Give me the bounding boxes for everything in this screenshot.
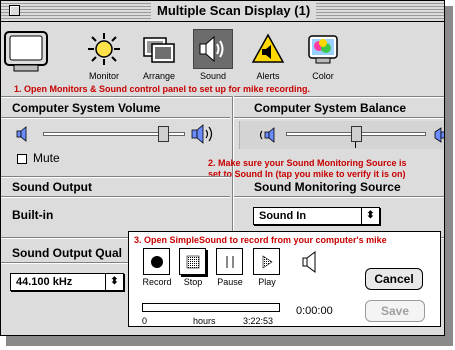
- play-icon: [262, 254, 273, 269]
- stop-icon: [186, 255, 199, 268]
- pause-button[interactable]: [216, 248, 243, 275]
- speaker-outline-icon: [301, 250, 319, 279]
- volume-high-icon: [190, 123, 216, 150]
- toolbar-item-arrange[interactable]: Arrange: [130, 29, 188, 82]
- volume-slider-thumb[interactable]: [158, 126, 170, 142]
- balance-center-tick: [355, 142, 356, 148]
- close-box[interactable]: [9, 5, 20, 16]
- color-icon: [303, 29, 343, 69]
- volume-heading: Computer System Volume: [12, 101, 161, 115]
- play-label: Play: [258, 277, 276, 287]
- simplesound-window: 3. Open SimpleSound to record from your …: [128, 231, 441, 327]
- window-shadow: [445, 6, 453, 340]
- toolbar-item-alerts[interactable]: Alerts: [239, 29, 297, 82]
- toolbar-item-color[interactable]: Color: [294, 29, 352, 82]
- window-shadow: [6, 336, 453, 346]
- toolbar-label: Sound: [199, 71, 227, 81]
- recording-progress-bar: [142, 303, 280, 312]
- stop-label: Stop: [183, 277, 203, 287]
- annotation-step2-line2: set to Sound In (tap you mike to verify …: [208, 169, 406, 179]
- output-quality-selected: 44.100 kHz: [16, 276, 73, 288]
- popup-arrows-icon: ⬍: [361, 208, 379, 224]
- divider: [1, 262, 129, 264]
- arrange-icon: [139, 29, 179, 69]
- toolbar-label: Alerts: [256, 71, 280, 81]
- annotation-step2: 2. Make sure your Sound Monitoring Sourc…: [208, 158, 407, 180]
- scale-unit: hours: [193, 316, 216, 326]
- scale-start: 0: [142, 316, 148, 326]
- output-quality-heading: Sound Output Qual: [12, 246, 122, 260]
- monitoring-source-popup[interactable]: Sound In ⬍: [253, 207, 380, 225]
- divider: [1, 96, 444, 98]
- divider: [1, 196, 230, 198]
- elapsed-time: 0:00:00: [296, 305, 333, 317]
- volume-low-icon: [15, 125, 33, 148]
- save-button[interactable]: Save: [365, 300, 425, 322]
- mute-label: Mute: [33, 151, 60, 165]
- sound-output-value: Built-in: [12, 208, 54, 222]
- speaker-icon: [193, 29, 233, 69]
- scale-end: 3:22:53: [243, 316, 274, 326]
- mute-checkbox[interactable]: [17, 154, 27, 164]
- monitoring-source-heading: Sound Monitoring Source: [254, 180, 401, 194]
- toolbar-item-sound[interactable]: Sound: [184, 29, 242, 82]
- divider: [1, 117, 230, 119]
- balance-left-icon: [257, 125, 279, 150]
- monitoring-source-selected: Sound In: [259, 210, 307, 222]
- play-button[interactable]: [253, 248, 280, 275]
- annotation-step2-line1: 2. Make sure your Sound Monitoring Sourc…: [208, 158, 407, 168]
- alert-icon: [248, 29, 288, 69]
- divider: [234, 117, 444, 119]
- divider: [1, 176, 230, 178]
- record-button[interactable]: [143, 248, 170, 275]
- title-bar[interactable]: Multiple Scan Display (1): [1, 1, 444, 22]
- divider: [234, 196, 444, 198]
- monitor-icon: [4, 31, 48, 78]
- balance-heading: Computer System Balance: [254, 101, 407, 115]
- toolbar-item-monitor[interactable]: Monitor: [75, 29, 133, 82]
- sound-output-heading: Sound Output: [12, 180, 92, 194]
- toolbar-label: Color: [312, 71, 334, 81]
- sun-icon: [84, 29, 124, 69]
- record-label: Record: [142, 277, 172, 287]
- toolbar-label: Arrange: [142, 71, 176, 81]
- balance-slider-thumb[interactable]: [350, 126, 362, 142]
- window-title: Multiple Scan Display (1): [151, 3, 317, 19]
- balance-right-icon: [433, 125, 444, 150]
- pause-label: Pause: [217, 277, 243, 287]
- cancel-button[interactable]: Cancel: [365, 268, 423, 290]
- annotation-step1: 1. Open Monitors & Sound control panel t…: [14, 84, 311, 94]
- popup-arrows-icon: ⬍: [105, 274, 123, 290]
- pause-icon: [225, 255, 234, 268]
- stop-button[interactable]: [179, 248, 206, 275]
- output-quality-popup[interactable]: 44.100 kHz ⬍: [10, 273, 124, 291]
- toolbar-label: Monitor: [88, 71, 119, 81]
- record-icon: [150, 255, 163, 268]
- annotation-step3: 3. Open SimpleSound to record from your …: [134, 235, 387, 245]
